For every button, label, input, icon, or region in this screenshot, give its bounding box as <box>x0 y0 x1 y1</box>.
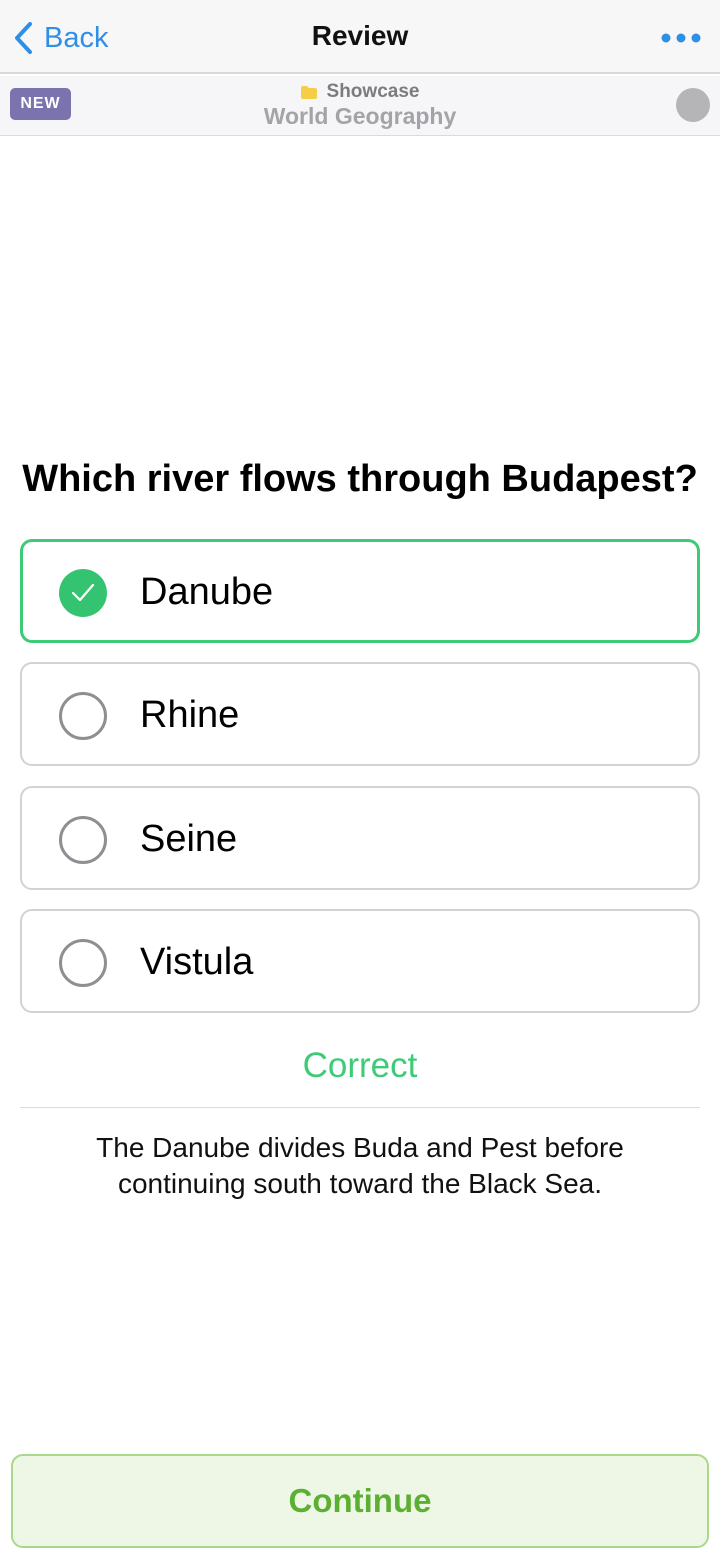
explanation-text: The Danube divides Buda and Pest before … <box>96 1132 624 1199</box>
navigation-bar: Back Review <box>0 0 720 74</box>
answer-option-vistula[interactable]: Vistula <box>20 909 700 1013</box>
result-text: Correct <box>302 1046 418 1085</box>
deck-folder: Showcase <box>0 81 720 103</box>
more-horizontal-icon[interactable] <box>660 28 702 48</box>
radio-circle-icon <box>59 692 107 740</box>
deck-folder-label: Showcase <box>326 81 420 102</box>
answer-option-danube[interactable]: Danube <box>20 539 700 643</box>
deck-header: NEW Showcase World Geography <box>0 76 720 136</box>
status-indicator[interactable] <box>676 88 710 122</box>
continue-button[interactable]: Continue <box>11 1454 709 1548</box>
answer-label: Seine <box>140 818 238 860</box>
divider <box>20 1107 700 1108</box>
folder-icon <box>300 85 317 99</box>
answer-label: Vistula <box>140 941 254 983</box>
answer-option-rhine[interactable]: Rhine <box>20 662 700 766</box>
continue-label: Continue <box>288 1482 432 1519</box>
answer-label: Danube <box>140 571 274 613</box>
radio-circle-icon <box>59 816 107 864</box>
deck-name: World Geography <box>263 103 457 129</box>
question-text: Which river flows through Budapest? <box>22 458 698 500</box>
answer-label: Rhine <box>140 694 240 736</box>
radio-circle-icon <box>59 939 107 987</box>
page-title: Review <box>311 20 409 51</box>
answer-option-seine[interactable]: Seine <box>20 786 700 890</box>
checkmark-circle-icon <box>59 569 107 617</box>
